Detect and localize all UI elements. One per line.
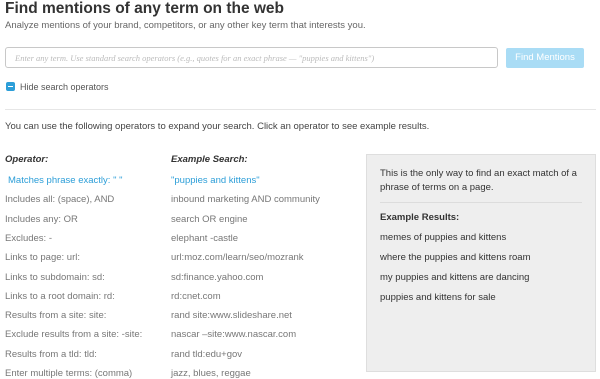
example-search: nascar –site:www.nascar.com <box>171 329 297 341</box>
minus-square-icon <box>6 82 15 92</box>
operator-link[interactable]: Includes any: OR <box>5 214 78 225</box>
example-result: puppies and kittens for sale <box>380 292 496 303</box>
example-search: jazz, blues, reggae <box>171 368 251 379</box>
panel-description: This is the only way to find an exact ma… <box>380 168 577 193</box>
example-search: rand tld:edu+gov <box>171 348 243 360</box>
page-title: Find mentions of any term on the web <box>5 0 285 17</box>
toggle-label: Hide search operators <box>20 82 109 92</box>
example-search: elephant -castle <box>171 232 239 244</box>
example-result: memes of puppies and kittens <box>380 232 507 243</box>
example-search: inbound marketing AND community <box>171 194 320 206</box>
operator-link[interactable]: Includes all: (space), AND <box>5 194 114 205</box>
example-search: url:moz.com/learn/seo/mozrank <box>171 252 304 264</box>
find-mentions-button[interactable]: Find Mentions <box>506 48 584 68</box>
hide-search-operators-toggle[interactable]: Hide search operators <box>6 82 109 92</box>
operator-column-header: Operator: <box>5 154 49 165</box>
example-results-panel: This is the only way to find an exact ma… <box>366 154 596 372</box>
operator-link[interactable]: Links to page: url: <box>5 252 80 263</box>
example-search: rand site:www.slideshare.net <box>171 310 292 322</box>
operator-link[interactable]: Enter multiple terms: (comma) <box>5 368 132 379</box>
example-result: my puppies and kittens are dancing <box>380 272 530 283</box>
panel-divider <box>380 202 582 203</box>
search-input[interactable]: Enter any term. Use standard search oper… <box>5 47 498 68</box>
operator-link[interactable]: Excludes: - <box>5 233 52 244</box>
example-search: rd:cnet.com <box>171 290 221 302</box>
operator-link[interactable]: Links to subdomain: sd: <box>5 272 105 283</box>
operator-link[interactable]: Exclude results from a site: -site: <box>5 329 142 340</box>
example-search: "puppies and kittens" <box>171 175 260 186</box>
example-search: sd:finance.yahoo.com <box>171 271 264 283</box>
page-subtitle: Analyze mentions of your brand, competit… <box>5 20 366 31</box>
example-results-heading: Example Results: <box>380 212 460 223</box>
operator-link[interactable]: Links to a root domain: rd: <box>5 291 115 302</box>
operator-link[interactable]: Matches phrase exactly: " " <box>8 175 122 186</box>
example-column-header: Example Search: <box>171 154 248 165</box>
example-result: where the puppies and kittens roam <box>380 252 531 263</box>
divider <box>5 109 596 110</box>
operator-link[interactable]: Results from a site: site: <box>5 310 106 321</box>
operators-intro: You can use the following operators to e… <box>5 121 430 132</box>
example-search: search OR engine <box>171 213 248 225</box>
operator-link[interactable]: Results from a tld: tld: <box>5 349 97 360</box>
